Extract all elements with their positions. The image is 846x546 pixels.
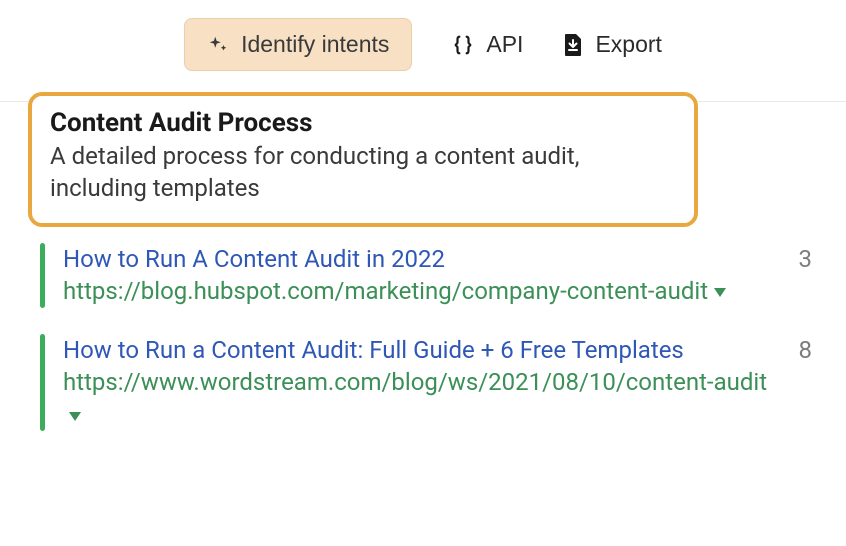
results-list: How to Run A Content Audit in 2022 https… <box>28 243 818 431</box>
top-toolbar: Identify intents API Export <box>0 0 846 102</box>
result-title[interactable]: How to Run A Content Audit in 2022 <box>63 243 771 275</box>
api-label: API <box>486 31 523 58</box>
relevance-bar <box>40 334 45 431</box>
chevron-down-icon[interactable] <box>714 288 726 297</box>
identify-intents-label: Identify intents <box>241 31 389 58</box>
result-url[interactable]: https://www.wordstream.com/blog/ws/2021/… <box>63 366 771 431</box>
intent-card[interactable]: Content Audit Process A detailed process… <box>28 92 698 227</box>
result-title[interactable]: How to Run a Content Audit: Full Guide +… <box>63 334 771 366</box>
result-item: How to Run a Content Audit: Full Guide +… <box>40 334 818 431</box>
export-label: Export <box>595 31 661 58</box>
intent-title: Content Audit Process <box>50 108 676 138</box>
result-url[interactable]: https://blog.hubspot.com/marketing/compa… <box>63 275 771 307</box>
api-button[interactable]: API <box>452 31 523 58</box>
result-title-text: How to Run A Content Audit in 2022 <box>63 245 445 273</box>
braces-icon <box>452 34 474 56</box>
result-url-text: https://blog.hubspot.com/marketing/compa… <box>63 277 708 305</box>
result-url-text: https://www.wordstream.com/blog/ws/2021/… <box>63 368 767 396</box>
result-item: How to Run A Content Audit in 2022 https… <box>40 243 818 308</box>
result-body: How to Run a Content Audit: Full Guide +… <box>63 334 781 431</box>
intent-description: A detailed process for conducting a cont… <box>50 140 676 205</box>
result-title-text: How to Run a Content Audit: Full Guide +… <box>63 336 684 364</box>
result-count: 8 <box>799 334 819 431</box>
relevance-bar <box>40 243 45 308</box>
result-body: How to Run A Content Audit in 2022 https… <box>63 243 781 308</box>
content-area: Content Audit Process A detailed process… <box>0 92 846 477</box>
sparkle-icon <box>207 34 229 56</box>
identify-intents-button[interactable]: Identify intents <box>184 18 412 71</box>
download-file-icon <box>563 33 583 57</box>
chevron-down-icon[interactable] <box>69 412 81 421</box>
export-button[interactable]: Export <box>563 31 661 58</box>
result-count: 3 <box>799 243 819 308</box>
intent-card-wrap: Content Audit Process A detailed process… <box>28 92 818 227</box>
